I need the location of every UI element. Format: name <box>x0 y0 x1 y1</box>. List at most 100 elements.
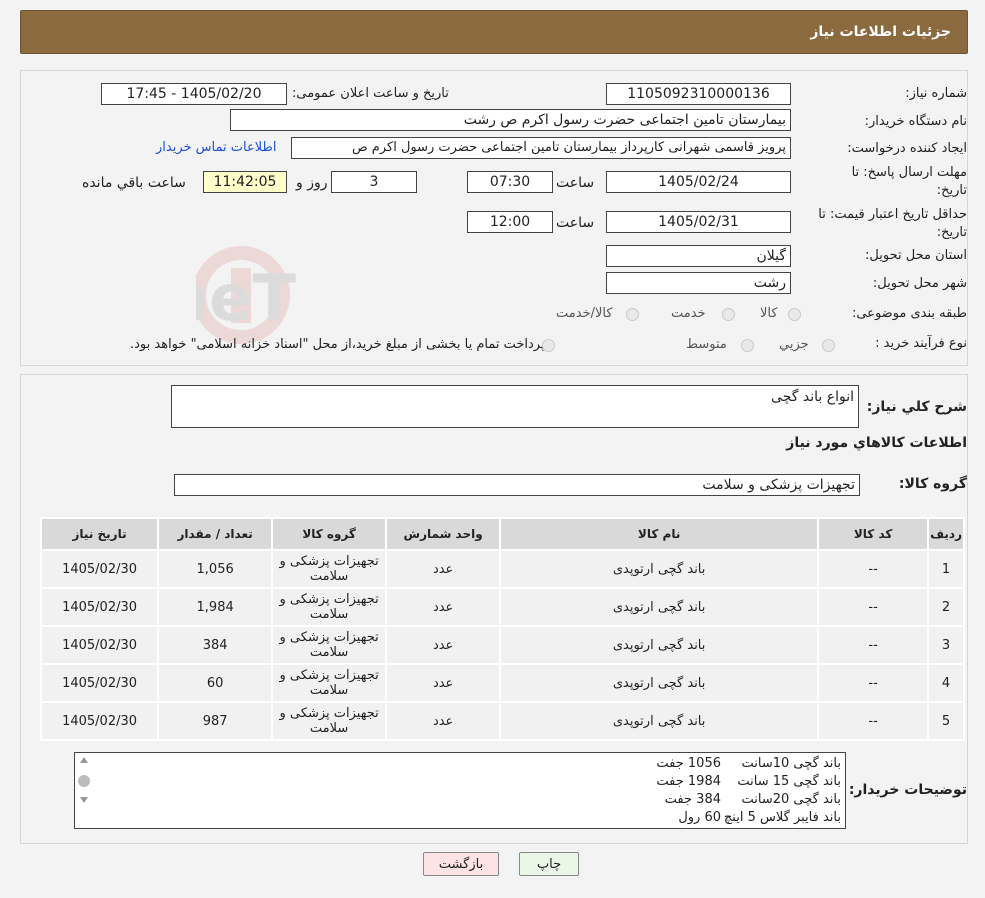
province-label: استان محل تحویل: <box>865 248 967 263</box>
table-row: 1 -- باند گچی ارتوپدی عدد تجهیزات پزشکی … <box>39 549 965 589</box>
cell-row-num: 5 <box>927 701 965 741</box>
col-header-qty: تعداد / مقدار <box>157 517 274 551</box>
cell-qty: 1,056 <box>157 549 274 589</box>
cell-code: -- <box>817 701 930 741</box>
cell-code: -- <box>817 549 930 589</box>
buyer-notes-textarea[interactable]: باند گچی 10سانت 1056 جفت باند گچی 15 سان… <box>74 752 846 829</box>
table-header-row: ردیف کد کالا نام کالا واحد شمارش گروه کا… <box>39 517 965 551</box>
price-validity-label: حداقل تاریخ اعتبار قیمت: تا <box>818 207 967 222</box>
goods-info-title: اطلاعات کالاهاي مورد نیاز <box>786 435 967 451</box>
note-item-name: باند فایبر گلاس 5 اینچ <box>723 810 841 825</box>
buyer-org-field: بیمارستان تامین اجتماعی حضرت رسول اکرم ص… <box>230 109 791 131</box>
need-number-field: 1105092310000136 <box>606 83 791 105</box>
cell-group: تجهیزات پزشکی و سلامت <box>271 549 388 589</box>
process-option-medium-label: متوسط <box>686 337 727 352</box>
payment-note-checkbox[interactable] <box>542 339 555 352</box>
buyer-notes-label: توضیحات خریدار: <box>848 782 967 798</box>
table-row: 2 -- باند گچی ارتوپدی عدد تجهیزات پزشکی … <box>39 587 965 627</box>
cell-row-num: 2 <box>927 587 965 627</box>
remaining-time-field: 11:42:05 <box>203 171 287 193</box>
days-label: روز و <box>296 175 328 191</box>
note-item-qty: 384 جفت <box>664 792 721 807</box>
cell-name: باند گچی ارتوپدی <box>499 625 820 665</box>
cell-code: -- <box>817 663 930 703</box>
category-option-goods-radio[interactable] <box>788 308 801 321</box>
items-table: ردیف کد کالا نام کالا واحد شمارش گروه کا… <box>39 517 965 741</box>
table-row: 5 -- باند گچی ارتوپدی عدد تجهیزات پزشکی … <box>39 701 965 741</box>
price-validity-label-2: تاریخ: <box>936 225 967 240</box>
col-header-code: کد کالا <box>817 517 930 551</box>
city-field: رشت <box>606 272 791 294</box>
note-line: باند فایبر گلاس 5 اینچ 60 رول <box>621 810 841 825</box>
scroll-down-icon[interactable] <box>80 797 88 803</box>
scroll-up-icon[interactable] <box>80 757 88 763</box>
note-item-name: باند گچی 20سانت <box>741 792 842 807</box>
need-number-label: شماره نیاز: <box>905 86 967 101</box>
description-field: انواع باند گچی <box>171 385 859 428</box>
notes-scrollbar[interactable] <box>77 755 91 810</box>
process-option-partial-radio[interactable] <box>822 339 835 352</box>
price-time-field: 12:00 <box>467 211 553 233</box>
cell-date: 1405/02/30 <box>39 549 160 589</box>
payment-note: پرداخت تمام یا بخشی از مبلغ خرید،از محل … <box>130 337 545 352</box>
cell-qty: 1,984 <box>157 587 274 627</box>
page-header: جزئیات اطلاعات نیاز <box>20 10 968 54</box>
back-button[interactable]: بازگشت <box>423 852 499 876</box>
page-title: جزئیات اطلاعات نیاز <box>810 24 951 40</box>
cell-unit: عدد <box>385 625 502 665</box>
cell-unit: عدد <box>385 701 502 741</box>
cell-group: تجهیزات پزشکی و سلامت <box>271 663 388 703</box>
cell-group: تجهیزات پزشکی و سلامت <box>271 701 388 741</box>
cell-date: 1405/02/30 <box>39 625 160 665</box>
requester-field: پرویز قاسمی شهرانی کارپرداز بیمارستان تا… <box>291 137 791 159</box>
cell-date: 1405/02/30 <box>39 587 160 627</box>
province-field: گیلان <box>606 245 791 267</box>
cell-name: باند گچی ارتوپدی <box>499 549 820 589</box>
cell-row-num: 4 <box>927 663 965 703</box>
category-option-both-radio[interactable] <box>626 308 639 321</box>
cell-name: باند گچی ارتوپدی <box>499 663 820 703</box>
col-header-unit: واحد شمارش <box>385 517 502 551</box>
cell-name: باند گچی ارتوپدی <box>499 701 820 741</box>
print-button[interactable]: چاپ <box>519 852 579 876</box>
note-line: باند گچی 10سانت 1056 جفت <box>621 756 841 771</box>
note-item-name: باند گچی 15 سانت <box>737 774 841 789</box>
table-row: 3 -- باند گچی ارتوپدی عدد تجهیزات پزشکی … <box>39 625 965 665</box>
remaining-time-label: ساعت باقي مانده <box>82 175 186 191</box>
category-option-both-label: کالا/خدمت <box>556 306 613 321</box>
cell-group: تجهیزات پزشکی و سلامت <box>271 587 388 627</box>
cell-unit: عدد <box>385 587 502 627</box>
note-line: باند گچی 15 سانت 1984 جفت <box>621 774 841 789</box>
scroll-thumb[interactable] <box>78 775 90 787</box>
reply-deadline-label-2: تاریخ: <box>936 183 967 198</box>
cell-code: -- <box>817 625 930 665</box>
category-option-service-label: خدمت <box>671 306 706 321</box>
days-field: 3 <box>331 171 417 193</box>
cell-unit: عدد <box>385 663 502 703</box>
note-item-qty: 60 رول <box>678 810 721 825</box>
price-date-field: 1405/02/31 <box>606 211 791 233</box>
cell-row-num: 3 <box>927 625 965 665</box>
cell-unit: عدد <box>385 549 502 589</box>
col-header-row-num: ردیف <box>927 517 965 551</box>
cell-qty: 384 <box>157 625 274 665</box>
col-header-name: نام کالا <box>499 517 820 551</box>
category-option-service-radio[interactable] <box>722 308 735 321</box>
note-line: باند گچی 20سانت 384 جفت <box>621 792 841 807</box>
buyer-contact-link[interactable]: اطلاعات تماس خریدار <box>156 140 276 155</box>
process-option-medium-radio[interactable] <box>741 339 754 352</box>
cell-code: -- <box>817 587 930 627</box>
cell-date: 1405/02/30 <box>39 663 160 703</box>
note-item-qty: 1984 جفت <box>656 774 721 789</box>
city-label: شهر محل تحویل: <box>872 276 967 291</box>
note-item-qty: 1056 جفت <box>656 756 721 771</box>
reply-time-label: ساعت <box>556 175 595 191</box>
goods-group-field: تجهیزات پزشکی و سلامت <box>174 474 860 496</box>
cell-date: 1405/02/30 <box>39 701 160 741</box>
cell-row-num: 1 <box>927 549 965 589</box>
process-option-partial-label: جزیي <box>779 337 809 352</box>
reply-date-field: 1405/02/24 <box>606 171 791 193</box>
cell-group: تجهیزات پزشکی و سلامت <box>271 625 388 665</box>
reply-time-field: 07:30 <box>467 171 553 193</box>
announce-field: 1405/02/20 - 17:45 <box>101 83 287 105</box>
